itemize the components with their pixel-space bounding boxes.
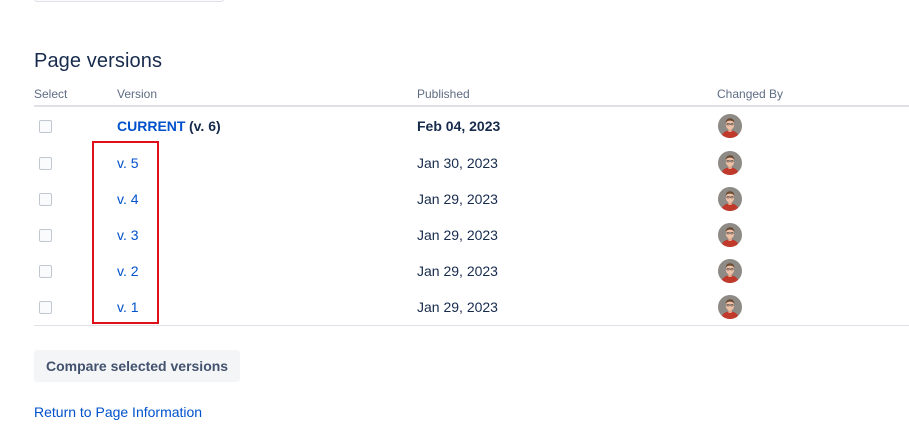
published-date: Feb 04, 2023 bbox=[417, 118, 501, 134]
table-row: v. 3 Jan 29, 2023 bbox=[34, 217, 909, 253]
version-link[interactable]: v. 3 bbox=[117, 227, 139, 243]
table-header: Select Version Published Changed By bbox=[34, 84, 909, 107]
user-avatar-icon[interactable] bbox=[718, 259, 742, 283]
table-row-current: CURRENT (v. 6) Feb 04, 2023 bbox=[34, 107, 909, 145]
user-avatar-icon[interactable] bbox=[718, 223, 742, 247]
table-body: CURRENT (v. 6) Feb 04, 2023 v. 5 Jan 30,… bbox=[34, 107, 909, 326]
table-row: v. 5 Jan 30, 2023 bbox=[34, 145, 909, 181]
compare-selected-versions-button[interactable]: Compare selected versions bbox=[34, 350, 241, 382]
current-version-number: (v. 6) bbox=[189, 118, 221, 134]
published-date: Jan 29, 2023 bbox=[417, 263, 498, 279]
select-checkbox[interactable] bbox=[39, 193, 52, 206]
version-link[interactable]: v. 2 bbox=[117, 263, 139, 279]
select-checkbox[interactable] bbox=[39, 229, 52, 242]
table-row: v. 4 Jan 29, 2023 bbox=[34, 181, 909, 217]
select-checkbox[interactable] bbox=[39, 120, 52, 133]
published-date: Jan 29, 2023 bbox=[417, 299, 498, 315]
user-avatar-icon[interactable] bbox=[718, 187, 742, 211]
user-avatar-icon[interactable] bbox=[718, 114, 742, 138]
column-header-published: Published bbox=[417, 87, 470, 101]
select-checkbox[interactable] bbox=[39, 265, 52, 278]
published-date: Jan 29, 2023 bbox=[417, 191, 498, 207]
user-avatar-icon[interactable] bbox=[718, 295, 742, 319]
top-button-remnant bbox=[34, 0, 224, 2]
version-link[interactable]: v. 4 bbox=[117, 191, 139, 207]
version-link[interactable]: v. 5 bbox=[117, 155, 139, 171]
column-header-select: Select bbox=[34, 87, 68, 101]
user-avatar-icon[interactable] bbox=[718, 151, 742, 175]
page-versions-page: Page versions Select Version Published C… bbox=[0, 0, 909, 433]
page-title: Page versions bbox=[34, 50, 163, 72]
column-header-changed-by: Changed By bbox=[717, 87, 784, 101]
column-header-version: Version bbox=[117, 87, 158, 101]
table-row: v. 1 Jan 29, 2023 bbox=[34, 289, 909, 325]
published-date: Jan 29, 2023 bbox=[417, 227, 498, 243]
version-link[interactable]: v. 1 bbox=[117, 299, 139, 315]
table-row: v. 2 Jan 29, 2023 bbox=[34, 253, 909, 289]
select-checkbox[interactable] bbox=[39, 157, 52, 170]
select-checkbox[interactable] bbox=[39, 301, 52, 314]
version-link-current[interactable]: CURRENT bbox=[117, 118, 185, 134]
versions-table: Select Version Published Changed By CURR… bbox=[34, 84, 909, 326]
return-to-page-information-link[interactable]: Return to Page Information bbox=[34, 404, 202, 420]
published-date: Jan 30, 2023 bbox=[417, 155, 498, 171]
